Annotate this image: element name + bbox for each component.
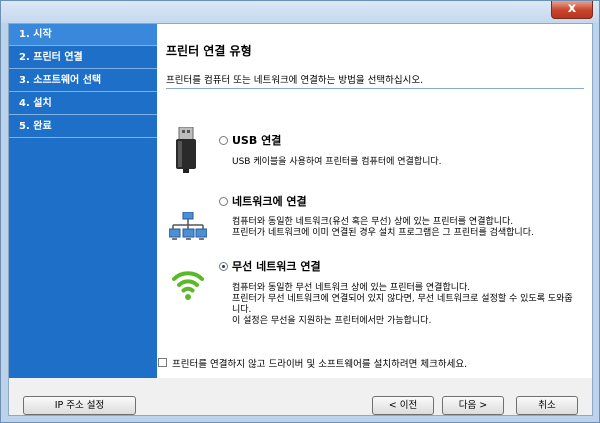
network-option-title[interactable]: 네트워크에 연결 (232, 193, 307, 209)
wireless-option-description: 컴퓨터와 동일한 무선 네트워크 상에 있는 프린터를 연결합니다. 프린터가 … (232, 283, 577, 327)
network-icon (168, 211, 208, 245)
installer-window: x 1. 시작 2. 프린터 연결 3. 소프트웨어 선택 4. 설치 5. 완… (0, 0, 600, 423)
skip-connection-label[interactable]: 프린터를 연결하지 않고 드라이버 및 소프트웨어를 설치하려면 체크하세요. (172, 356, 467, 370)
usb-radio[interactable] (219, 136, 228, 145)
step-printer-connection: 2. 프린터 연결 (9, 47, 157, 69)
ip-settings-button[interactable]: IP 주소 설정 (23, 396, 136, 415)
steps-sidebar: 1. 시작 2. 프린터 연결 3. 소프트웨어 선택 4. 설치 5. 완료 (9, 24, 157, 378)
header-divider (166, 88, 584, 89)
main-panel: 프린터 연결 유형 프린터를 컴퓨터 또는 네트워크에 연결하는 방법을 선택하… (157, 24, 592, 378)
cancel-button[interactable]: 취소 (516, 396, 578, 415)
page-title: 프린터 연결 유형 (166, 44, 252, 58)
skip-connection-checkbox[interactable] (158, 358, 167, 367)
next-button[interactable]: 다음 > (442, 396, 504, 415)
usb-option-title[interactable]: USB 연결 (232, 132, 281, 148)
step-software-select: 3. 소프트웨어 선택 (9, 70, 157, 92)
step-install: 4. 설치 (9, 93, 157, 115)
title-bar[interactable]: x (1, 1, 599, 23)
close-button[interactable]: x (551, 1, 593, 19)
usb-option-description: USB 케이블을 사용하여 프린터를 컴퓨터에 연결합니다. (232, 157, 442, 167)
page-description: 프린터를 컴퓨터 또는 네트워크에 연결하는 방법을 선택하십시오. (166, 75, 424, 86)
wireless-option-title[interactable]: 무선 네트워크 연결 (232, 258, 321, 274)
back-button[interactable]: < 이전 (372, 396, 434, 415)
network-radio[interactable] (219, 197, 228, 206)
step-start: 1. 시작 (9, 24, 157, 46)
network-option-description: 컴퓨터와 동일한 네트워크(유선 혹은 무선) 상에 있는 프린터를 연결합니다… (232, 217, 577, 239)
usb-icon (175, 126, 197, 176)
client-area: 1. 시작 2. 프린터 연결 3. 소프트웨어 선택 4. 설치 5. 완료 … (8, 23, 593, 416)
wireless-radio[interactable] (219, 262, 228, 271)
network-option-description-text: 컴퓨터와 동일한 네트워크(유선 혹은 무선) 상에 있는 프린터를 연결합니다… (232, 217, 534, 238)
wifi-icon (172, 266, 204, 305)
wireless-option-description-text: 컴퓨터와 동일한 무선 네트워크 상에 있는 프린터를 연결합니다. 프린터가 … (232, 283, 573, 326)
step-finish: 5. 완료 (9, 116, 157, 138)
